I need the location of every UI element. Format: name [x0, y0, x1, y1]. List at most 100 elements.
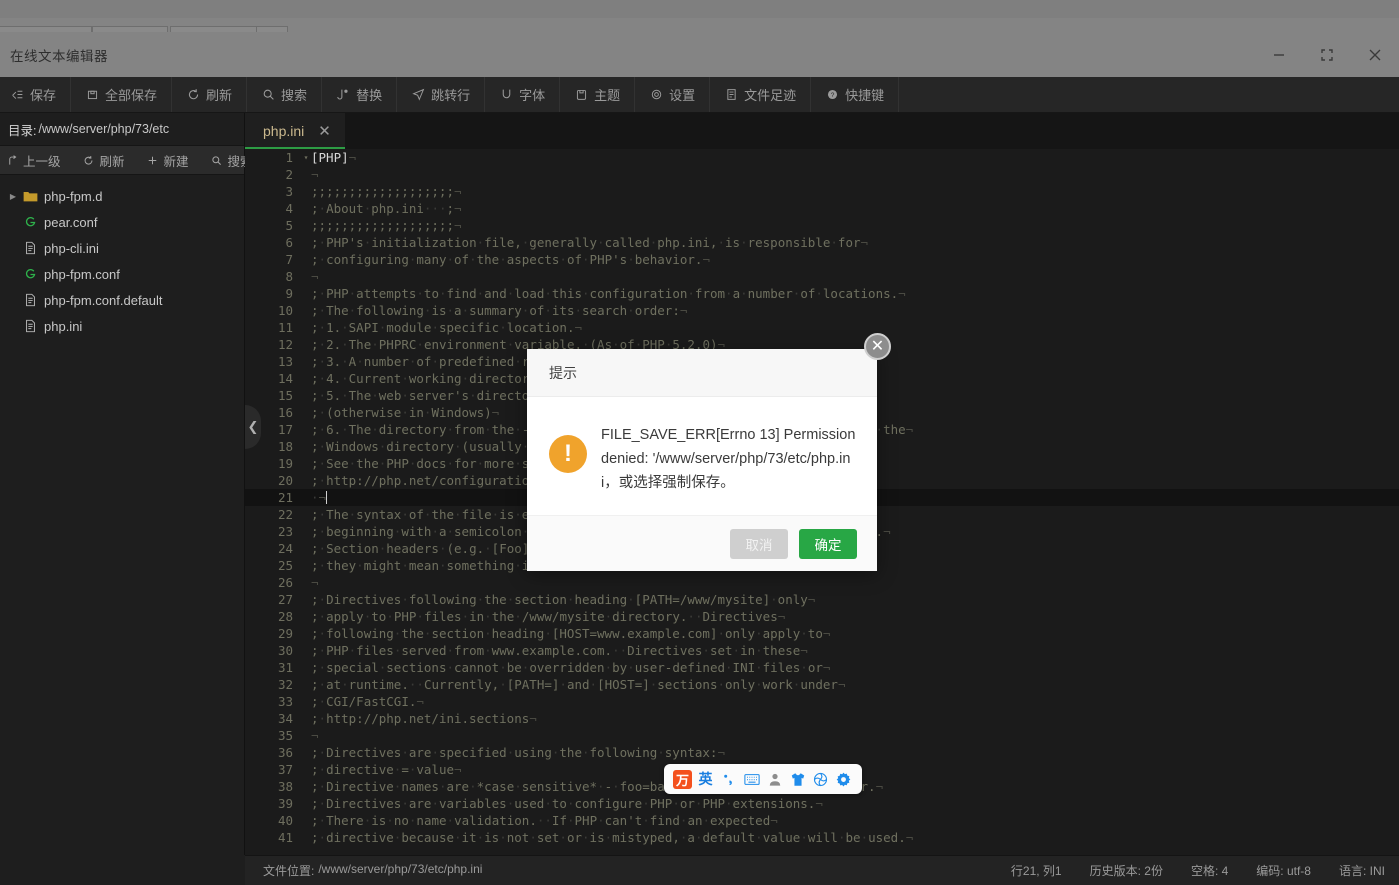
dialog-close-button[interactable]: ✕	[864, 333, 891, 360]
chevron-left-icon: ❮	[247, 419, 259, 434]
sidebar-toolbar: 上一级 刷新 新建 搜索	[0, 145, 253, 175]
warning-icon: !	[549, 435, 587, 473]
file-name: pear.conf	[44, 214, 98, 230]
code-line[interactable]: 6 ;·PHP's·initialization·file,·generally·…	[245, 234, 1399, 251]
sidebar-new[interactable]: 新建	[136, 146, 200, 174]
maximize-button[interactable]	[1303, 32, 1351, 77]
code-line[interactable]: 31 ;·special·sections·cannot·be·overridde…	[245, 659, 1399, 676]
search-icon	[211, 154, 223, 166]
editor-tab-php-ini[interactable]: php.ini ✕	[245, 113, 345, 149]
code-line[interactable]: 5 ;;;;;;;;;;;;;;;;;;;¬	[245, 217, 1399, 234]
code-line[interactable]: 11 ;·1.·SAPI·module·specific·location.¬	[245, 319, 1399, 336]
code-line[interactable]: 32 ;·at·runtime.··Currently,·[PATH=]·and·…	[245, 676, 1399, 693]
file-row-php-cli-ini[interactable]: php-cli.ini	[0, 235, 244, 261]
code-text: ¬	[311, 728, 319, 743]
code-line[interactable]: 35 ¬	[245, 727, 1399, 744]
cancel-button[interactable]: 取消	[730, 528, 788, 559]
dialog-body: ! FILE_SAVE_ERR[Errno 13] Permission den…	[527, 397, 877, 515]
code-line[interactable]: 28 ;·apply·to·PHP·files·in·the·/www/mysit…	[245, 608, 1399, 625]
line-number: 28	[277, 609, 293, 624]
code-line[interactable]: 9 ;·PHP·attempts·to·find·and·load·this·co…	[245, 285, 1399, 302]
line-number: 40	[277, 813, 293, 828]
fold-toggle-icon[interactable]: ▾	[301, 153, 311, 162]
ime-toolbox[interactable]	[809, 768, 832, 791]
close-icon[interactable]: ✕	[318, 124, 331, 139]
line-number: 24	[277, 541, 293, 556]
code-line[interactable]: 40 ;·There·is·no·name·validation.··If·PHP…	[245, 812, 1399, 829]
status-history-versions[interactable]: 历史版本: 2份	[1076, 862, 1177, 879]
toolbar-theme[interactable]: 主题	[560, 77, 636, 112]
line-number: 30	[277, 643, 293, 658]
code-line[interactable]: 26 ¬	[245, 574, 1399, 591]
code-line[interactable]: 29 ;·following·the·section·heading·[HOST=…	[245, 625, 1399, 642]
sidebar-refresh[interactable]: 刷新	[72, 146, 136, 174]
code-line[interactable]: 3 ;;;;;;;;;;;;;;;;;;;¬	[245, 183, 1399, 200]
maximize-icon	[1321, 48, 1333, 61]
code-line[interactable]: 41 ;·directive·because·it·is·not·set·or·i…	[245, 829, 1399, 846]
ime-settings[interactable]	[832, 768, 855, 791]
confirm-button[interactable]: 确定	[799, 528, 857, 559]
status-cursor-position[interactable]: 行21, 列1	[997, 862, 1076, 879]
code-line[interactable]: 33 ;·CGI/FastCGI.¬	[245, 693, 1399, 710]
line-number: 35	[277, 728, 293, 743]
code-line[interactable]: 7 ;·configuring·many·of·the·aspects·of·PH…	[245, 251, 1399, 268]
file-row-pear-conf[interactable]: pear.conf	[0, 209, 244, 235]
file-row-php-fpm-d[interactable]: ▶ php-fpm.d	[0, 183, 244, 209]
file-row-php-ini[interactable]: php.ini	[0, 313, 244, 339]
ime-skin[interactable]	[786, 768, 809, 791]
ime-punctuation[interactable]	[717, 768, 740, 791]
line-number: 3	[285, 184, 293, 199]
toolbar-file-history[interactable]: 文件足迹	[710, 77, 812, 112]
code-text: ;·1.·SAPI·module·specific·location.¬	[311, 320, 582, 335]
ime-language-mode[interactable]: 英	[694, 768, 717, 791]
directory-label: 目录:	[8, 123, 37, 138]
code-line[interactable]: 30 ;·PHP·files·served·from·www.example.co…	[245, 642, 1399, 659]
file-row-php-fpm-conf[interactable]: php-fpm.conf	[0, 261, 244, 287]
line-number: 39	[277, 796, 293, 811]
code-line[interactable]: 36 ;·Directives·are·specified·using·the·f…	[245, 744, 1399, 761]
chevron-right-icon[interactable]: ▶	[6, 192, 20, 201]
toolbar-label: 替换	[356, 88, 383, 103]
close-button[interactable]	[1351, 32, 1399, 77]
line-number: 26	[277, 575, 293, 590]
code-text: ;·http://php.net/ini.sections¬	[311, 711, 537, 726]
code-text: ;·PHP·files·served·from·www.example.com.…	[311, 643, 808, 658]
code-line[interactable]: 27 ;·Directives·following·the·section·hea…	[245, 591, 1399, 608]
toolbar-save-all[interactable]: 全部保存	[71, 77, 173, 112]
toolbar-refresh[interactable]: 刷新	[172, 77, 248, 112]
code-line[interactable]: 34 ;·http://php.net/ini.sections¬	[245, 710, 1399, 727]
code-line[interactable]: 8 ¬	[245, 268, 1399, 285]
toolbar-label: 字体	[519, 88, 546, 103]
toolbar-save[interactable]: 保存	[0, 77, 72, 112]
save-icon	[10, 88, 24, 102]
code-line[interactable]: 39 ;·Directives·are·variables·used·to·con…	[245, 795, 1399, 812]
ime-wubi-logo[interactable]: 万	[671, 768, 694, 791]
file-name: php.ini	[44, 318, 83, 334]
code-line[interactable]: 10 ;·The·following·is·a·summary·of·its·se…	[245, 302, 1399, 319]
toolbar-font[interactable]: 字体	[485, 77, 561, 112]
toolbar-replace[interactable]: 替换	[322, 77, 398, 112]
line-number: 5	[285, 218, 293, 233]
code-text: ;·following·the·section·heading·[HOST=ww…	[311, 626, 831, 641]
toolbar-search[interactable]: 搜索	[247, 77, 323, 112]
minimize-button[interactable]	[1255, 32, 1303, 77]
code-line[interactable]: 2 ¬	[245, 166, 1399, 183]
status-language[interactable]: 语言: INI	[1325, 862, 1399, 879]
file-row-php-fpm-conf-default[interactable]: php-fpm.conf.default	[0, 287, 244, 313]
toolbar-shortcuts[interactable]: ? 快捷键	[811, 77, 900, 112]
code-line[interactable]: 4 ;·About·php.ini···;¬	[245, 200, 1399, 217]
file-sidebar: 目录: /www/server/php/73/etc 上一级 刷新 新建 搜索 …	[0, 113, 253, 885]
sidebar-tool-label: 刷新	[99, 154, 125, 169]
ime-user[interactable]	[763, 768, 786, 791]
toolbar-goto-line[interactable]: 跳转行	[397, 77, 486, 112]
refresh-icon	[186, 88, 200, 102]
save-all-icon	[85, 88, 99, 102]
code-text: ;·apply·to·PHP·files·in·the·/www/mysite·…	[311, 609, 786, 624]
status-indent[interactable]: 空格: 4	[1177, 862, 1242, 879]
toolbar-settings[interactable]: 设置	[635, 77, 711, 112]
code-line[interactable]: 1 ▾ [PHP]¬	[245, 149, 1399, 166]
sidebar-up-level[interactable]: 上一级	[0, 146, 72, 174]
ime-soft-keyboard[interactable]	[740, 768, 763, 791]
status-encoding[interactable]: 编码: utf-8	[1242, 862, 1325, 879]
line-number: 6	[285, 235, 293, 250]
